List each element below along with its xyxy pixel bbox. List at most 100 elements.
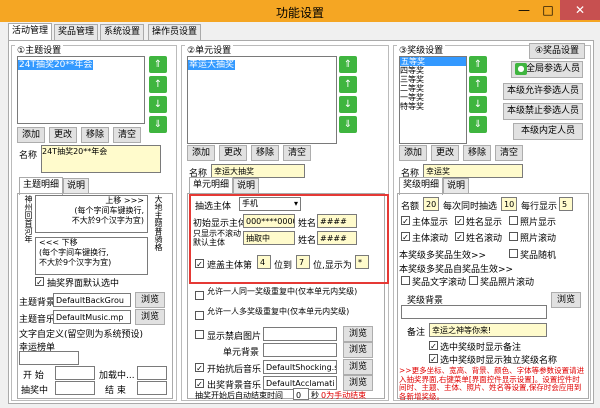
minimize-button[interactable]: — xyxy=(512,0,536,20)
prize-text-scroll-checkbox[interactable] xyxy=(401,276,410,285)
opt-repeat-same-checkbox[interactable] xyxy=(195,291,204,300)
theme-list[interactable]: 24T抽奖20**年会 xyxy=(17,56,145,124)
prize-level-item-1[interactable]: 五等奖 xyxy=(400,57,466,66)
init-subject-input[interactable]: 000****0000 xyxy=(243,214,295,228)
scroll-subject-checkbox[interactable]: ✓ xyxy=(401,232,410,242)
drawing-input[interactable] xyxy=(55,381,95,395)
unit-edit-button[interactable]: 更改 xyxy=(219,145,247,161)
level-add-button[interactable]: 添加 xyxy=(399,145,427,161)
show-subject-checkbox[interactable]: ✓ xyxy=(401,216,410,226)
bg-music-browse-button[interactable]: 浏览 xyxy=(343,375,373,391)
level-bg-browse-button[interactable]: 浏览 xyxy=(551,292,581,308)
show-level-name-checkbox[interactable]: ✓ xyxy=(429,354,438,364)
theme-add-button[interactable]: 添加 xyxy=(17,127,45,143)
opt-bg-music-checkbox[interactable]: ✓ xyxy=(195,379,204,389)
prize-random-checkbox[interactable] xyxy=(509,249,518,258)
tab-operator[interactable]: 操作员设置 xyxy=(148,24,202,40)
auto-end-input[interactable]: 0 xyxy=(293,388,309,400)
level-name-input[interactable]: 幸运奖 xyxy=(423,164,523,178)
show-image-input[interactable] xyxy=(263,327,337,341)
theme-bg-browse-button[interactable]: 浏览 xyxy=(135,292,165,308)
prize-level-list[interactable]: 五等奖 四等奖 三等奖 二等奖 一等奖 特等奖 xyxy=(399,56,467,144)
unit-move-top-icon[interactable]: ⇑ xyxy=(339,56,357,73)
theme-music-browse-button[interactable]: 浏览 xyxy=(135,309,165,325)
level-move-down-icon[interactable]: ↓ xyxy=(469,96,487,113)
theme-clear-button[interactable]: 清空 xyxy=(113,127,141,143)
unit-bg-input[interactable] xyxy=(263,343,337,357)
unit-add-button[interactable]: 添加 xyxy=(187,145,215,161)
unit-move-bottom-icon[interactable]: ⇓ xyxy=(339,116,357,133)
mask-display-input[interactable]: * xyxy=(355,255,369,269)
show-note-checkbox[interactable]: ✓ xyxy=(429,341,438,351)
unit-clear-button[interactable]: 清空 xyxy=(283,145,311,161)
preset-winners-button[interactable]: 本级内定人员 xyxy=(513,123,583,140)
move-top-icon[interactable]: ⇑ xyxy=(149,56,167,73)
slogan-input[interactable] xyxy=(19,351,79,365)
move-up-icon[interactable]: ↑ xyxy=(149,76,167,93)
level-clear-button[interactable]: 清空 xyxy=(495,145,523,161)
start-music-browse-button[interactable]: 浏览 xyxy=(343,359,373,375)
move-bottom-icon[interactable]: ⇓ xyxy=(149,116,167,133)
init-name-input[interactable]: #### xyxy=(317,214,357,228)
opt-show-image-checkbox[interactable] xyxy=(195,330,204,339)
default-select-checkbox[interactable]: ✓ xyxy=(35,277,44,287)
prize-level-item-4[interactable]: 二等奖 xyxy=(400,84,466,93)
unit-list-item[interactable]: 幸运大抽奖 xyxy=(188,60,236,70)
tab-prize[interactable]: 奖品管理 xyxy=(54,24,99,40)
theme-list-item[interactable]: 24T抽奖20**年会 xyxy=(18,60,94,70)
prize-level-item-5[interactable]: 一等奖 xyxy=(400,93,466,102)
prize-level-item-2[interactable]: 四等奖 xyxy=(400,66,466,75)
mask-checkbox[interactable]: ✓ xyxy=(195,259,204,269)
move-down-icon[interactable]: ↓ xyxy=(149,96,167,113)
scroll-photo-checkbox[interactable] xyxy=(509,232,518,241)
subtab-theme-help[interactable]: 说明 xyxy=(63,178,90,194)
unit-list[interactable]: 幸运大抽奖 xyxy=(187,56,337,144)
unit-move-down-icon[interactable]: ↓ xyxy=(339,96,357,113)
draw-subject-select[interactable]: 手机 ▾ xyxy=(239,197,301,211)
scroll-name-checkbox[interactable]: ✓ xyxy=(455,232,464,242)
count-input[interactable]: 20 xyxy=(423,197,439,211)
note-input[interactable]: 幸运之神等你来! xyxy=(429,323,547,337)
loading-input[interactable] xyxy=(137,366,167,380)
subtab-unit-help[interactable]: 说明 xyxy=(233,178,260,194)
theme-bg-input[interactable]: DefaultBackGrou xyxy=(53,293,131,307)
theme-edit-button[interactable]: 更改 xyxy=(49,127,77,143)
level-remove-button[interactable]: 移除 xyxy=(463,145,491,161)
theme-music-input[interactable]: DefaultMusic.mp xyxy=(53,310,131,324)
opt-repeat-multi-checkbox[interactable] xyxy=(195,311,204,320)
maximize-button[interactable]: □ xyxy=(536,0,560,20)
level-move-up-icon[interactable]: ↑ xyxy=(469,76,487,93)
start-music-input[interactable]: DefaultShocking.s xyxy=(263,360,337,374)
level-bg-input[interactable] xyxy=(401,305,547,319)
prize-photo-scroll-checkbox[interactable] xyxy=(469,276,478,285)
level-move-top-icon[interactable]: ⇑ xyxy=(469,56,487,73)
prize-settings-button[interactable]: ④奖品设置 xyxy=(529,43,585,59)
line-down-box[interactable]: <<< 下移 (每个字间车键换行, 不大於9个汉字为宜) xyxy=(35,237,148,275)
static-name-input[interactable]: #### xyxy=(317,231,357,245)
mask-to-input[interactable]: 7 xyxy=(296,255,310,269)
subtab-level-help[interactable]: 说明 xyxy=(443,178,470,194)
unit-name-input[interactable]: 幸运大抽奖 xyxy=(211,164,305,178)
mask-from-input[interactable]: 4 xyxy=(257,255,271,269)
tab-system[interactable]: 系统设置 xyxy=(100,24,145,40)
prize-level-item-3[interactable]: 三等奖 xyxy=(400,75,466,84)
theme-name-input[interactable]: 24T抽奖20**年会 xyxy=(41,145,161,173)
banned-participants-button[interactable]: 本级禁止参选人员 xyxy=(503,103,583,120)
static-default-input[interactable]: 抽取中 xyxy=(243,231,295,245)
show-photo-checkbox[interactable] xyxy=(509,216,518,225)
tab-activity[interactable]: 活动管理 xyxy=(8,23,53,41)
level-edit-button[interactable]: 更改 xyxy=(431,145,459,161)
unit-remove-button[interactable]: 移除 xyxy=(251,145,279,161)
start-input[interactable] xyxy=(55,366,95,380)
unit-move-up-icon[interactable]: ↑ xyxy=(339,76,357,93)
line-up-box[interactable]: 上移 >>> (每个字间车键换行, 不大於9个汉字为宜) xyxy=(35,195,148,233)
end-input[interactable] xyxy=(137,381,167,395)
per-draw-input[interactable]: 10 xyxy=(501,197,517,211)
prize-level-item-6[interactable]: 特等奖 xyxy=(400,102,466,111)
unit-bg-browse-button[interactable]: 浏览 xyxy=(343,342,373,358)
show-name-checkbox[interactable]: ✓ xyxy=(455,216,464,226)
theme-remove-button[interactable]: 移除 xyxy=(81,127,109,143)
show-image-browse-button[interactable]: 浏览 xyxy=(343,326,373,342)
level-move-bottom-icon[interactable]: ⇓ xyxy=(469,116,487,133)
global-participants-button[interactable]: ● 全局参选人员 xyxy=(511,61,583,78)
